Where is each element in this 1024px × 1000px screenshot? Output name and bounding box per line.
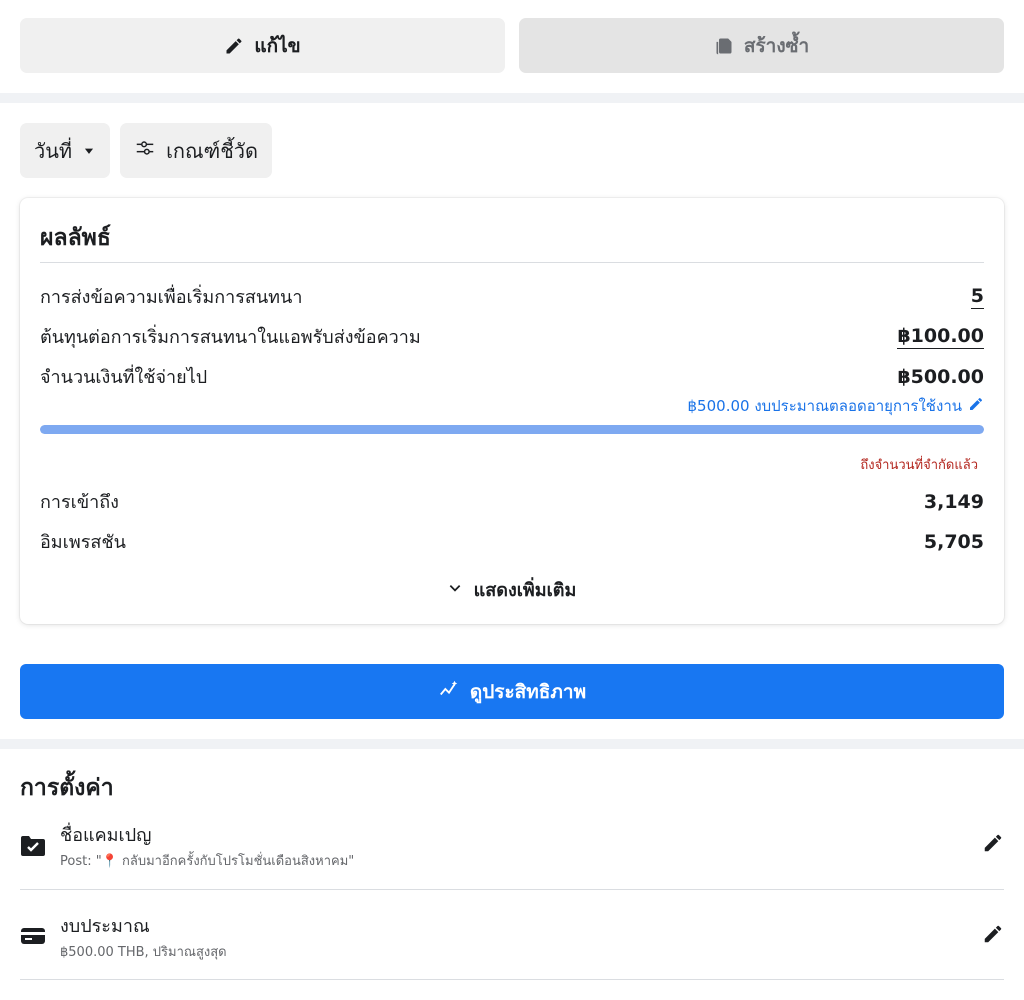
metric-label: การส่งข้อความเพื่อเริ่มการสนทนา — [40, 287, 303, 308]
pencil-icon[interactable] — [982, 923, 1004, 949]
edit-button[interactable]: แก้ไข — [20, 18, 505, 73]
divider — [20, 979, 1004, 980]
limit-reached-note: ถึงจำนวนที่จำกัดแล้ว — [860, 458, 978, 473]
metric-label: จำนวนเงินที่ใช้จ่ายไป — [40, 367, 208, 388]
setting-title: งบประมาณ — [60, 916, 150, 937]
folder-check-icon — [20, 834, 46, 862]
budget-progress-fill — [40, 425, 984, 434]
section-divider — [0, 739, 1024, 749]
caret-down-icon — [82, 139, 96, 163]
date-filter-label: วันที่ — [34, 138, 73, 163]
results-card: ผลลัพธ์ การส่งข้อความเพื่อเริ่มการสนทนา … — [20, 198, 1004, 624]
metric-value[interactable]: 5 — [970, 285, 984, 309]
show-more-button[interactable]: แสดงเพิ่มเติม — [20, 575, 1004, 604]
copy-icon — [714, 36, 734, 56]
pencil-icon — [968, 396, 984, 416]
view-performance-button[interactable]: ดูประสิทธิภาพ — [20, 664, 1004, 719]
metric-row: การเข้าถึง 3,149 — [40, 487, 984, 516]
show-more-label: แสดงเพิ่มเติม — [473, 580, 577, 601]
setting-subtitle: Post: "📍 กลับมาอีกครั้งกับโปรโมชั่นเดือน… — [60, 854, 355, 869]
chevron-down-icon — [448, 579, 462, 600]
filters-bar: วันที่ เกณฑ์ชี้วัด — [20, 123, 272, 178]
metric-value[interactable]: ฿100.00 — [897, 325, 984, 349]
edit-button-label: แก้ไข — [254, 34, 301, 57]
lifetime-budget-link[interactable]: ฿500.00 งบประมาณตลอดอายุการใช้งาน — [688, 394, 984, 418]
pencil-icon[interactable] — [982, 832, 1004, 858]
duplicate-button[interactable]: สร้างซ้ำ — [519, 18, 1004, 73]
metric-row: อิมเพรสชัน 5,705 — [40, 527, 984, 556]
sliders-icon — [134, 137, 156, 164]
pencil-icon — [224, 36, 244, 56]
ad-campaign-detail: แก้ไข สร้างซ้ำ วันที่ เกณฑ์ชี้วัด ผลลัพธ… — [0, 0, 1024, 1000]
setting-subtitle: ฿500.00 THB, ปริมาณสูงสุด — [60, 945, 227, 960]
top-actions: แก้ไข สร้างซ้ำ — [20, 18, 1004, 73]
metric-value: 5,705 — [923, 530, 984, 553]
metric-row: ต้นทุนต่อการเริ่มการสนทนาในแอพรับส่งข้อค… — [40, 322, 984, 351]
section-divider — [0, 93, 1024, 103]
budget-link-label: ฿500.00 งบประมาณตลอดอายุการใช้งาน — [687, 397, 962, 415]
settings-title: การตั้งค่า — [20, 775, 114, 801]
divider — [20, 889, 1004, 890]
budget-progress-bar — [40, 425, 984, 434]
divider — [40, 262, 984, 263]
metric-label: ต้นทุนต่อการเริ่มการสนทนาในแอพรับส่งข้อค… — [40, 327, 421, 348]
metric-row: จำนวนเงินที่ใช้จ่ายไป ฿500.00 — [40, 362, 984, 391]
results-title: ผลลัพธ์ — [40, 225, 111, 251]
date-filter-dropdown[interactable]: วันที่ — [20, 123, 111, 178]
view-performance-label: ดูประสิทธิภาพ — [469, 680, 587, 703]
campaign-name-setting[interactable]: ชื่อแคมเปญ Post: "📍 กลับมาอีกครั้งกับโปร… — [20, 820, 1004, 900]
metric-row: การส่งข้อความเพื่อเริ่มการสนทนา 5 — [40, 282, 984, 311]
metric-value: ฿500.00 — [897, 365, 984, 388]
metric-label: การเข้าถึง — [40, 492, 119, 513]
duplicate-button-label: สร้างซ้ำ — [743, 34, 810, 57]
metric-label: อิมเพรสชัน — [40, 532, 126, 553]
trend-sparkle-icon — [438, 678, 460, 705]
metrics-filter-label: เกณฑ์ชี้วัด — [166, 138, 258, 163]
credit-card-icon — [20, 925, 46, 951]
metrics-filter-button[interactable]: เกณฑ์ชี้วัด — [120, 123, 272, 178]
setting-title: ชื่อแคมเปญ — [60, 825, 152, 846]
metric-value: 3,149 — [923, 490, 984, 513]
